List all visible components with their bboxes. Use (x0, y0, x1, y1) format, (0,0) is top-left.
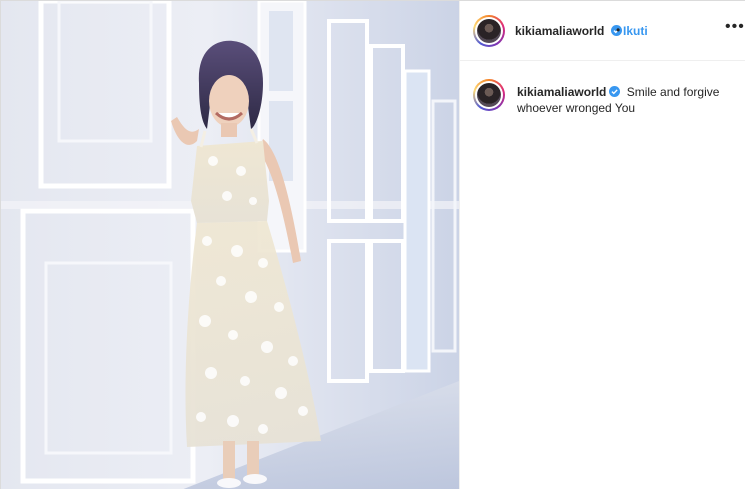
header-username[interactable]: kikiamaliaworld (515, 24, 622, 38)
follow-button[interactable]: Ikuti (623, 24, 648, 38)
more-options-icon[interactable]: ••• (725, 18, 745, 36)
caption-avatar[interactable] (473, 79, 505, 111)
header-username-text[interactable]: kikiamaliaworld (515, 24, 604, 38)
post-photo-illustration (1, 1, 459, 489)
verified-badge-icon (609, 86, 621, 97)
instagram-post: kikiamaliaworld • Ikuti ••• kikiamaliawo… (0, 0, 745, 489)
post-header: kikiamaliaworld • Ikuti ••• (460, 1, 745, 61)
caption-username-text[interactable]: kikiamaliaworld (517, 85, 606, 99)
separator-dot: • (616, 23, 621, 37)
avatar[interactable] (473, 15, 505, 47)
post-photo[interactable] (1, 1, 459, 489)
caption: kikiamaliaworld Smile and forgive whoeve… (517, 84, 737, 116)
caption-username[interactable]: kikiamaliaworld (517, 85, 621, 99)
post-side-panel: kikiamaliaworld • Ikuti ••• kikiamaliawo… (459, 1, 745, 489)
